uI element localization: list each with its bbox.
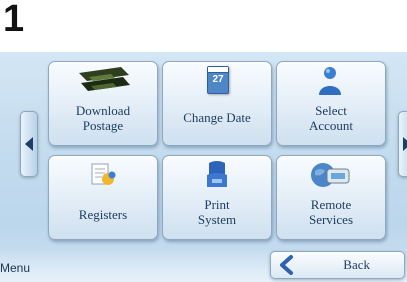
calendar-icon: 27 — [207, 66, 229, 94]
print-system-label-line1: Print — [204, 197, 230, 212]
account-person-icon — [319, 67, 341, 95]
back-chevron-icon — [280, 255, 293, 275]
left-arrow-icon — [25, 137, 33, 151]
select-account-label-line1: Select — [315, 103, 347, 118]
download-postage-label-line2: Postage — [82, 118, 124, 133]
download-postage-label-line1: Download — [75, 103, 131, 118]
select-account-button[interactable]: Select Account — [276, 61, 386, 146]
registers-button[interactable]: Registers — [48, 155, 158, 240]
select-account-label-line2: Account — [308, 118, 354, 133]
calendar-day: 27 — [212, 74, 224, 85]
next-page-button[interactable] — [398, 111, 407, 177]
right-arrow-icon — [403, 137, 407, 151]
change-date-button[interactable]: 27 Change Date — [162, 61, 272, 146]
print-system-icon — [207, 161, 227, 187]
step-number: 1 — [3, 0, 25, 40]
remote-services-label-line1: Remote — [310, 197, 352, 212]
remote-services-button[interactable]: Remote Services — [276, 155, 386, 240]
back-button[interactable]: Back — [270, 251, 405, 279]
previous-page-button[interactable] — [20, 111, 38, 177]
registers-icon — [91, 163, 116, 185]
print-system-label-line2: System — [197, 212, 237, 227]
menu-label[interactable]: Menu — [0, 261, 30, 275]
back-label: Back — [343, 257, 370, 272]
registers-label: Registers — [78, 207, 128, 222]
download-postage-icon — [79, 67, 130, 91]
download-postage-button[interactable]: Download Postage — [48, 61, 158, 146]
change-date-label: Change Date — [183, 110, 251, 125]
device-screen: Download Postage 27 Change Date Select A… — [0, 52, 407, 282]
remote-services-label-line2: Services — [308, 212, 354, 227]
print-system-button[interactable]: Print System — [162, 155, 272, 240]
remote-services-icon — [311, 163, 350, 187]
